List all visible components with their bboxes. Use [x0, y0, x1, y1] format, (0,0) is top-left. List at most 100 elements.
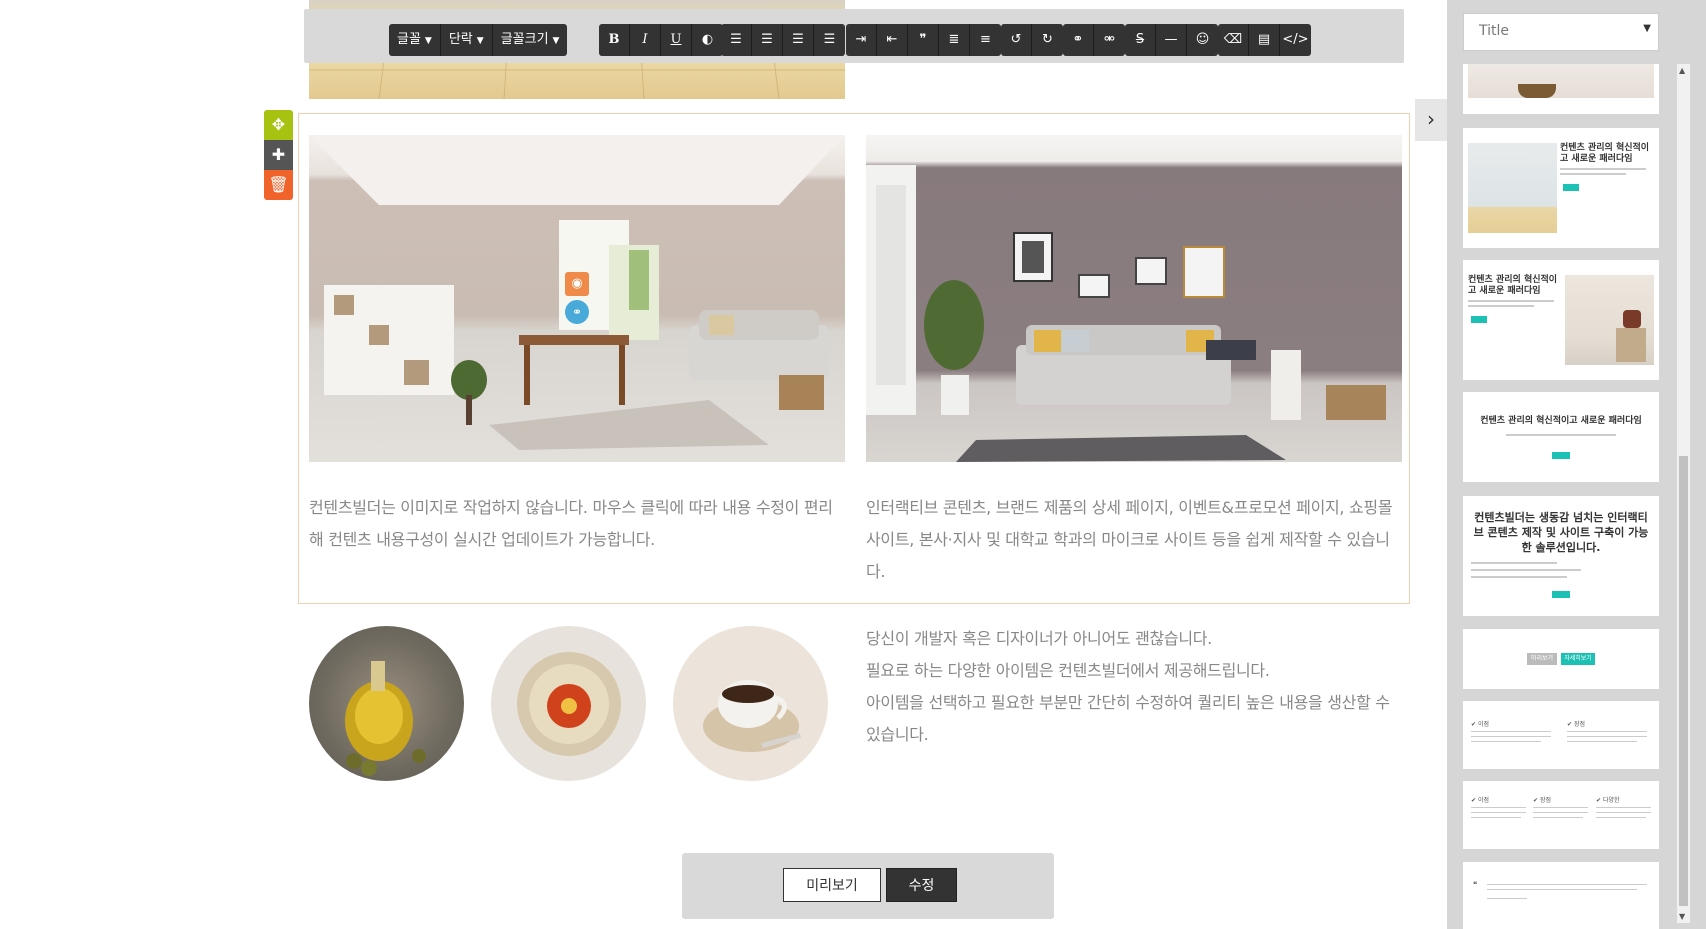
- strikethrough-button[interactable]: S: [1125, 24, 1156, 56]
- image-camera-button[interactable]: ◉: [565, 272, 589, 296]
- bottom-action-bar: 미리보기 수정: [682, 853, 1054, 919]
- snippet-thumb-5[interactable]: 컨텐츠빌더는 생동감 넘치는 인터랙티브 콘텐츠 제작 및 사이트 구축이 가능…: [1463, 496, 1659, 616]
- strikethrough-icon: S: [1135, 32, 1145, 47]
- text-style-group: B I U ◐: [599, 24, 723, 56]
- link-button[interactable]: ⚭: [1063, 24, 1094, 56]
- block-left-text[interactable]: 컨텐츠빌더는 이미지로 작업하지 않습니다. 마우스 클릭에 따라 내용 수정이…: [309, 492, 845, 556]
- redo-icon: ↻: [1042, 32, 1053, 47]
- thumb-7-right-heading: ✔ 장점: [1567, 721, 1585, 728]
- unlink-button[interactable]: ⚮: [1094, 24, 1125, 56]
- panel-scrollbar[interactable]: ▲ ▼: [1677, 64, 1690, 923]
- snippet-category-select[interactable]: Title ▼: [1463, 13, 1659, 51]
- align-justify-button[interactable]: ☰: [814, 24, 845, 56]
- snippet-thumb-2[interactable]: 컨텐츠 관리의 혁신적이고 새로운 패러다임: [1463, 128, 1659, 248]
- underline-button[interactable]: U: [661, 24, 692, 56]
- snippet-thumb-9[interactable]: ❝: [1463, 862, 1659, 929]
- undo-icon: ↺: [1010, 32, 1022, 47]
- edit-button[interactable]: 수정: [886, 868, 957, 902]
- scroll-down-icon[interactable]: ▼: [1679, 912, 1685, 921]
- thumb-3-title: 컨텐츠 관리의 혁신적이고 새로운 패러다임: [1468, 275, 1558, 296]
- insert-group: S — ☺: [1125, 24, 1218, 56]
- snippet-thumb-7[interactable]: ✔ 이점 ✔ 장점: [1463, 701, 1659, 769]
- unordered-list-icon: ≡: [980, 32, 991, 47]
- ordered-list-icon: ≣: [948, 32, 960, 47]
- italic-button[interactable]: I: [630, 24, 661, 56]
- history-group: ↺ ↻: [1001, 24, 1063, 56]
- move-icon: ✥: [271, 115, 286, 134]
- source-code-button[interactable]: </>: [1280, 24, 1311, 56]
- indent-list-group: ⇥ ⇤ ❞ ≣ ≡: [846, 24, 1001, 56]
- thumb-8-heading-a: ✔ 이점: [1471, 797, 1489, 804]
- unordered-list-button[interactable]: ≡: [970, 24, 1001, 56]
- code-icon: </>: [1282, 32, 1309, 47]
- align-center-icon: ☰: [761, 32, 773, 47]
- align-right-button[interactable]: ☰: [783, 24, 814, 56]
- thumb-8-heading-b: ✔ 장점: [1533, 797, 1551, 804]
- color-button[interactable]: ◐: [692, 24, 723, 56]
- scrollbar-thumb[interactable]: [1679, 456, 1688, 906]
- align-left-icon: ☰: [730, 32, 742, 47]
- coffee-cup-image[interactable]: [673, 626, 828, 781]
- thumb-8-heading-c: ✔ 다양한: [1596, 797, 1620, 804]
- rich-text-toolbar: 글꼴 ▼ 단락 ▼ 글꼴크기 ▼ B I U ◐ ☰ ☰ ☰ ☰ ⇥ ⇤ ❞ ≣ ≡ …: [304, 9, 1404, 63]
- font-dropdown[interactable]: 글꼴 ▼: [389, 24, 441, 56]
- thumb-6-btn1: 미리보기: [1527, 653, 1557, 665]
- ordered-list-button[interactable]: ≣: [939, 24, 970, 56]
- panel-toggle-button[interactable]: ›: [1415, 99, 1447, 141]
- chevron-down-icon: ▼: [1643, 23, 1651, 34]
- select-value: Title: [1479, 23, 1510, 39]
- living-room-image-2[interactable]: [866, 135, 1402, 462]
- snippet-thumb-6[interactable]: 미리보기 자세히보기: [1463, 629, 1659, 689]
- block-right-text[interactable]: 인터랙티브 콘텐츠, 브랜드 제품의 상세 페이지, 이벤트&프로모션 페이지,…: [866, 492, 1402, 588]
- emoji-button[interactable]: ☺: [1187, 24, 1218, 56]
- paragraph-dropdown[interactable]: 단락 ▼: [441, 24, 493, 56]
- quote-icon: ❝: [1473, 880, 1478, 889]
- link-icon: ⚭: [1072, 32, 1084, 47]
- thumb-2-title: 컨텐츠 관리의 혁신적이고 새로운 패러다임: [1560, 143, 1650, 164]
- unlink-icon: ⚮: [1104, 32, 1115, 47]
- paste-text-button[interactable]: ▤: [1249, 24, 1280, 56]
- delete-block-button[interactable]: 🗑: [264, 170, 293, 200]
- horizontal-rule-button[interactable]: —: [1156, 24, 1187, 56]
- editor-canvas: 글꼴 ▼ 단락 ▼ 글꼴크기 ▼ B I U ◐ ☰ ☰ ☰ ☰ ⇥ ⇤ ❞ ≣ ≡ …: [0, 0, 1447, 929]
- snippet-thumb-3[interactable]: 컨텐츠 관리의 혁신적이고 새로운 패러다임: [1463, 260, 1659, 380]
- add-block-button[interactable]: ✚: [264, 140, 293, 170]
- outdent-icon: ⇤: [886, 32, 898, 47]
- chevron-right-icon: ›: [1427, 107, 1435, 131]
- clear-format-button[interactable]: ⌫: [1218, 24, 1249, 56]
- outdent-button[interactable]: ⇤: [877, 24, 908, 56]
- undo-button[interactable]: ↺: [1001, 24, 1032, 56]
- snippet-thumb-8[interactable]: ✔ 이점 ✔ 장점 ✔ 다양한: [1463, 781, 1659, 849]
- blockquote-button[interactable]: ❞: [908, 24, 939, 56]
- tea-bowl-image[interactable]: [491, 626, 646, 781]
- feature-text[interactable]: 당신이 개발자 혹은 디자이너가 아니어도 괜찮습니다. 필요로 하는 다양한 …: [866, 623, 1406, 751]
- align-right-icon: ☰: [792, 32, 804, 47]
- font-size-dropdown[interactable]: 글꼴크기 ▼: [493, 24, 568, 56]
- move-block-button[interactable]: ✥: [264, 110, 293, 140]
- indent-icon: ⇥: [855, 32, 867, 47]
- indent-button[interactable]: ⇥: [846, 24, 877, 56]
- thumb-7-left-heading: ✔ 이점: [1471, 721, 1489, 728]
- feature-line-1: 당신이 개발자 혹은 디자이너가 아니어도 괜찮습니다.: [866, 629, 1212, 648]
- plus-icon: ✚: [271, 145, 286, 164]
- olive-oil-image[interactable]: [309, 626, 464, 781]
- living-room-image-1[interactable]: ◉ ⚭: [309, 135, 845, 462]
- redo-button[interactable]: ↻: [1032, 24, 1063, 56]
- thumb-5-title: 컨텐츠빌더는 생동감 넘치는 인터랙티브 콘텐츠 제작 및 사이트 구축이 가능…: [1473, 511, 1649, 554]
- trash-icon: 🗑: [268, 175, 289, 194]
- align-center-button[interactable]: ☰: [752, 24, 783, 56]
- scroll-up-icon[interactable]: ▲: [1679, 66, 1685, 75]
- image-link-button[interactable]: ⚭: [565, 300, 589, 324]
- thumb-6-btn2: 자세히보기: [1561, 653, 1595, 665]
- feature-line-2: 필요로 하는 다양한 아이템은 컨텐츠빌더에서 제공해드립니다.: [866, 661, 1270, 680]
- snippet-thumb-1[interactable]: [1463, 64, 1659, 114]
- preview-button[interactable]: 미리보기: [783, 868, 881, 902]
- snippet-thumb-4[interactable]: 컨텐츠 관리의 혁신적이고 새로운 패러다임: [1463, 392, 1659, 482]
- smiley-icon: ☺: [1195, 32, 1210, 47]
- document-icon: ▤: [1257, 32, 1271, 47]
- link-group: ⚭ ⚮: [1063, 24, 1125, 56]
- feature-line-3: 아이템을 선택하고 필요한 부분만 간단히 수정하여 퀄리티 높은 내용을 생산…: [866, 693, 1390, 744]
- bold-button[interactable]: B: [599, 24, 630, 56]
- align-left-button[interactable]: ☰: [721, 24, 752, 56]
- eraser-icon: ⌫: [1223, 32, 1243, 47]
